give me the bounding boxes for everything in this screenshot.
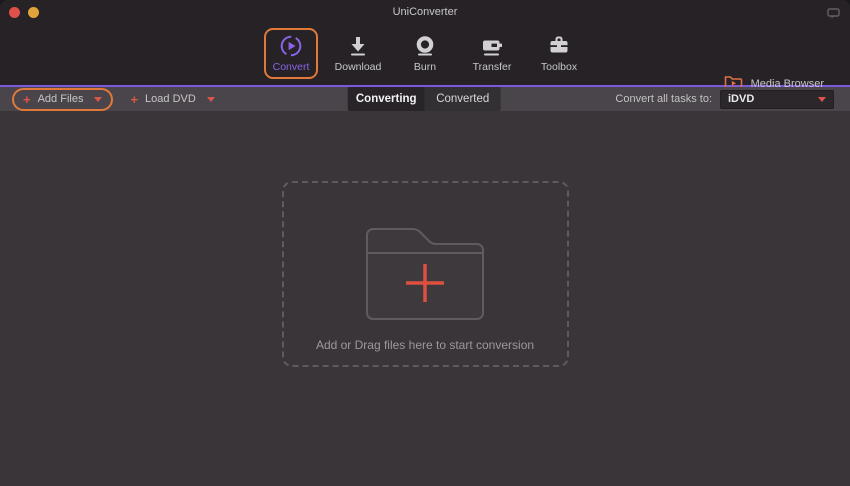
uniconverter-window: UniConverter Convert Download Burn Trans… bbox=[0, 0, 850, 486]
tab-converting[interactable]: Converting bbox=[347, 87, 425, 111]
minimize-window-button[interactable] bbox=[28, 7, 39, 18]
tab-burn-label: Burn bbox=[413, 61, 437, 73]
dropzone-hint: Add or Drag files here to start conversi… bbox=[315, 338, 535, 352]
tab-toolbox-label: Toolbox bbox=[540, 61, 578, 73]
add-folder-icon[interactable] bbox=[363, 225, 487, 328]
chevron-down-icon[interactable] bbox=[206, 96, 215, 102]
plus-icon: + bbox=[130, 91, 139, 107]
download-icon bbox=[346, 33, 370, 59]
toolbox-icon bbox=[547, 33, 571, 59]
tab-burn[interactable]: Burn bbox=[398, 28, 452, 79]
file-dropzone[interactable]: Add or Drag files here to start conversi… bbox=[281, 181, 569, 367]
convert-icon bbox=[279, 33, 303, 59]
add-files-button[interactable]: + Add Files bbox=[12, 87, 114, 111]
chevron-down-icon[interactable] bbox=[94, 96, 103, 102]
chevron-down-icon bbox=[818, 96, 826, 102]
tab-transfer[interactable]: Transfer bbox=[465, 28, 519, 79]
plus-icon: + bbox=[23, 91, 31, 107]
load-dvd-label: Load DVD bbox=[145, 93, 196, 105]
burn-icon bbox=[413, 33, 437, 59]
add-files-label: Add Files bbox=[37, 93, 84, 105]
tab-convert[interactable]: Convert bbox=[264, 28, 318, 79]
sub-toolbar: + Add Files + Load DVD Converting Conver… bbox=[0, 87, 850, 111]
convert-target-value: iDVD bbox=[728, 93, 755, 105]
feedback-bubble-icon[interactable] bbox=[827, 6, 840, 24]
tab-download-label: Download bbox=[334, 61, 382, 73]
close-window-button[interactable] bbox=[9, 7, 20, 18]
traffic-lights bbox=[9, 7, 39, 18]
convert-all-tasks-label: Convert all tasks to: bbox=[615, 93, 712, 105]
toolbar-tabs: Convert Download Burn Transfer Toolbox bbox=[0, 28, 850, 79]
titlebar: UniConverter bbox=[0, 0, 850, 24]
convert-target-group: Convert all tasks to: iDVD bbox=[615, 87, 834, 111]
window-title: UniConverter bbox=[392, 6, 458, 18]
main-area: Add or Drag files here to start conversi… bbox=[0, 181, 850, 486]
convert-target-dropdown[interactable]: iDVD bbox=[720, 89, 834, 109]
tab-converted[interactable]: Converted bbox=[424, 87, 501, 111]
tab-download[interactable]: Download bbox=[331, 28, 385, 79]
convert-status-tabs: Converting Converted bbox=[347, 87, 501, 111]
tab-toolbox[interactable]: Toolbox bbox=[532, 28, 586, 79]
load-dvd-button[interactable]: + Load DVD bbox=[121, 90, 223, 109]
tab-transfer-label: Transfer bbox=[472, 61, 512, 73]
transfer-icon bbox=[480, 33, 504, 59]
main-toolbar: Convert Download Burn Transfer Toolbox M… bbox=[0, 24, 850, 90]
tab-convert-label: Convert bbox=[272, 61, 310, 73]
